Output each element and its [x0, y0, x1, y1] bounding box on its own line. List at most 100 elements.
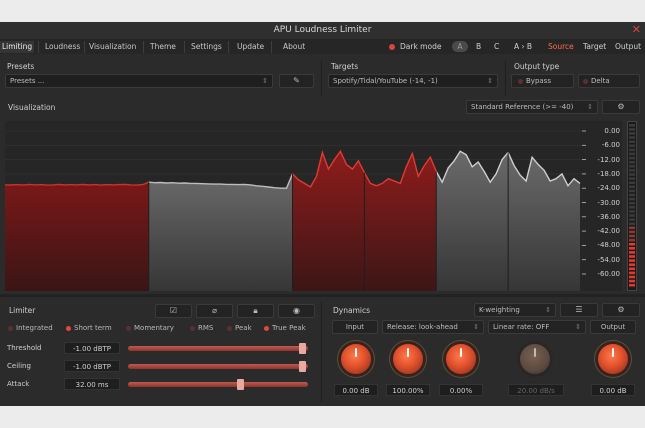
visualization-settings-button[interactable]: ⚙	[602, 100, 640, 114]
bypass-indicator-icon	[518, 78, 523, 84]
mode-indicator-icon	[66, 325, 71, 331]
monitor-output-button[interactable]: Output	[615, 41, 641, 52]
release-mix-value[interactable]: 0.00%	[439, 384, 483, 396]
mode-true-peak[interactable]: True Peak	[264, 322, 306, 334]
mode-label: Peak	[235, 324, 252, 332]
meter-segment	[629, 242, 635, 246]
weighting-select[interactable]: K-weighting ⇕	[474, 303, 556, 317]
ceiling-label: Ceiling	[7, 362, 31, 370]
meter-segment	[629, 152, 635, 156]
presets-label: Presets	[7, 62, 35, 71]
close-icon[interactable]: ✕	[632, 23, 641, 36]
meter-segment	[629, 165, 635, 168]
dark-mode-indicator-icon[interactable]	[389, 44, 395, 50]
targets-label: Targets	[331, 62, 359, 71]
mode-momentary[interactable]: Momentary	[126, 322, 174, 334]
mode-peak[interactable]: Peak	[227, 322, 252, 334]
output-gain-knob[interactable]	[598, 344, 628, 374]
delta-button[interactable]: Delta	[578, 74, 640, 88]
dynamics-settings-button[interactable]: ⚙	[602, 303, 640, 317]
release-amount-value[interactable]: 100.00%	[386, 384, 430, 396]
limiter-view-button[interactable]: ◉	[278, 304, 315, 318]
preset-c-button[interactable]: C	[494, 41, 499, 52]
tab-about[interactable]: About	[281, 41, 307, 53]
meter-segment	[629, 140, 635, 143]
linear-rate-value-field[interactable]: 20.00 dB/s	[508, 384, 564, 396]
tab-visualization[interactable]: Visualization	[87, 41, 138, 53]
edit-preset-button[interactable]: ✎	[279, 74, 314, 88]
chevron-updown-icon: ⇕	[487, 77, 493, 85]
meter-segment	[629, 181, 635, 184]
release-mix-knob[interactable]	[446, 344, 476, 374]
y-axis-tick-label: -30.00	[597, 198, 620, 207]
threshold-slider-handle[interactable]	[298, 343, 306, 354]
targets-select[interactable]: Spotify/Tidal/YouTube (-14, -1) ⇕	[328, 74, 498, 88]
meter-segment	[629, 169, 635, 172]
tab-theme[interactable]: Theme	[148, 41, 178, 53]
tab-update[interactable]: Update	[235, 41, 266, 53]
input-gain-value[interactable]: 0.00 dB	[334, 384, 378, 396]
input-gain-knob[interactable]	[341, 344, 371, 374]
ceiling-value[interactable]: -1.00 dBTP	[64, 360, 120, 372]
y-axis-tick-label: -6.00	[601, 141, 620, 150]
chevron-updown-icon: ⇕	[473, 323, 479, 331]
mode-short-term[interactable]: Short term	[66, 322, 112, 334]
limiter-link-button[interactable]: ⌀	[196, 304, 233, 318]
attack-value[interactable]: 32.00 ms	[64, 378, 120, 390]
presets-select[interactable]: Presets ... ⇕	[5, 74, 273, 88]
mode-rms[interactable]: RMS	[190, 322, 213, 334]
meter-segment	[629, 144, 635, 148]
tab-loudness[interactable]: Loudness	[43, 41, 82, 53]
linear-rate-knob[interactable]	[520, 344, 550, 374]
attack-slider-handle[interactable]	[237, 379, 245, 390]
threshold-slider[interactable]	[128, 346, 308, 351]
attack-slider[interactable]	[128, 382, 308, 387]
chevron-updown-icon: ⇕	[587, 103, 593, 111]
release-select[interactable]: Release: look-ahead ⇕	[382, 320, 484, 334]
preset-b-button[interactable]: B	[476, 41, 481, 52]
mode-indicator-icon	[227, 325, 232, 331]
mode-label: Momentary	[134, 324, 174, 332]
meter-segment	[629, 259, 635, 262]
tab-settings[interactable]: Settings	[189, 41, 224, 53]
linear-rate-value: Linear rate: OFF	[493, 323, 550, 331]
meter-segment	[629, 263, 635, 266]
limiter-check-button[interactable]: ☑	[155, 304, 192, 318]
meter-segment	[629, 279, 635, 283]
limiter-lock-button[interactable]: 🔒︎	[237, 304, 274, 318]
checkbox-icon: ☑	[169, 306, 178, 315]
y-axis-tick-label: 0.00	[604, 127, 620, 135]
input-header: Input	[332, 320, 378, 334]
mode-integrated[interactable]: Integrated	[8, 322, 53, 334]
mode-label: Integrated	[16, 324, 53, 332]
output-gain-value[interactable]: 0.00 dB	[591, 384, 635, 396]
meter-segment	[629, 193, 635, 197]
ceiling-slider[interactable]	[128, 364, 308, 369]
monitor-target-button[interactable]: Target	[583, 41, 606, 52]
linear-rate-select[interactable]: Linear rate: OFF ⇕	[488, 320, 586, 334]
dark-mode-label[interactable]: Dark mode	[400, 41, 441, 52]
delta-label: Delta	[591, 77, 610, 85]
divider	[0, 294, 645, 297]
knob-pointer	[407, 348, 409, 357]
dynamics-list-button[interactable]: ☰	[560, 303, 598, 317]
loudness-area-segment	[148, 173, 293, 291]
reference-select[interactable]: Standard Reference (>= -40) ⇕	[466, 100, 598, 114]
eye-icon: ◉	[293, 306, 300, 315]
release-value: Release: look-ahead	[387, 323, 458, 331]
release-amount-knob[interactable]	[393, 344, 423, 374]
monitor-source-button[interactable]: Source	[548, 41, 574, 52]
ceiling-slider-handle[interactable]	[298, 361, 306, 372]
threshold-value[interactable]: -1.00 dBTP	[64, 342, 120, 354]
copy-a-to-b-button[interactable]: A › B	[514, 41, 532, 52]
y-axis-tick-label: -54.00	[597, 255, 620, 264]
y-axis-tick-label: -18.00	[597, 169, 620, 178]
preset-a-button[interactable]: A	[452, 41, 468, 52]
y-axis-tick-label: -42.00	[597, 227, 620, 236]
lock-icon: 🔒︎	[253, 306, 258, 315]
bypass-button[interactable]: Bypass	[511, 74, 574, 88]
meter-segment	[629, 247, 635, 250]
tab-limiting[interactable]: Limiting	[0, 41, 35, 53]
output-level-meter	[627, 121, 637, 291]
menu-divider	[84, 41, 85, 53]
